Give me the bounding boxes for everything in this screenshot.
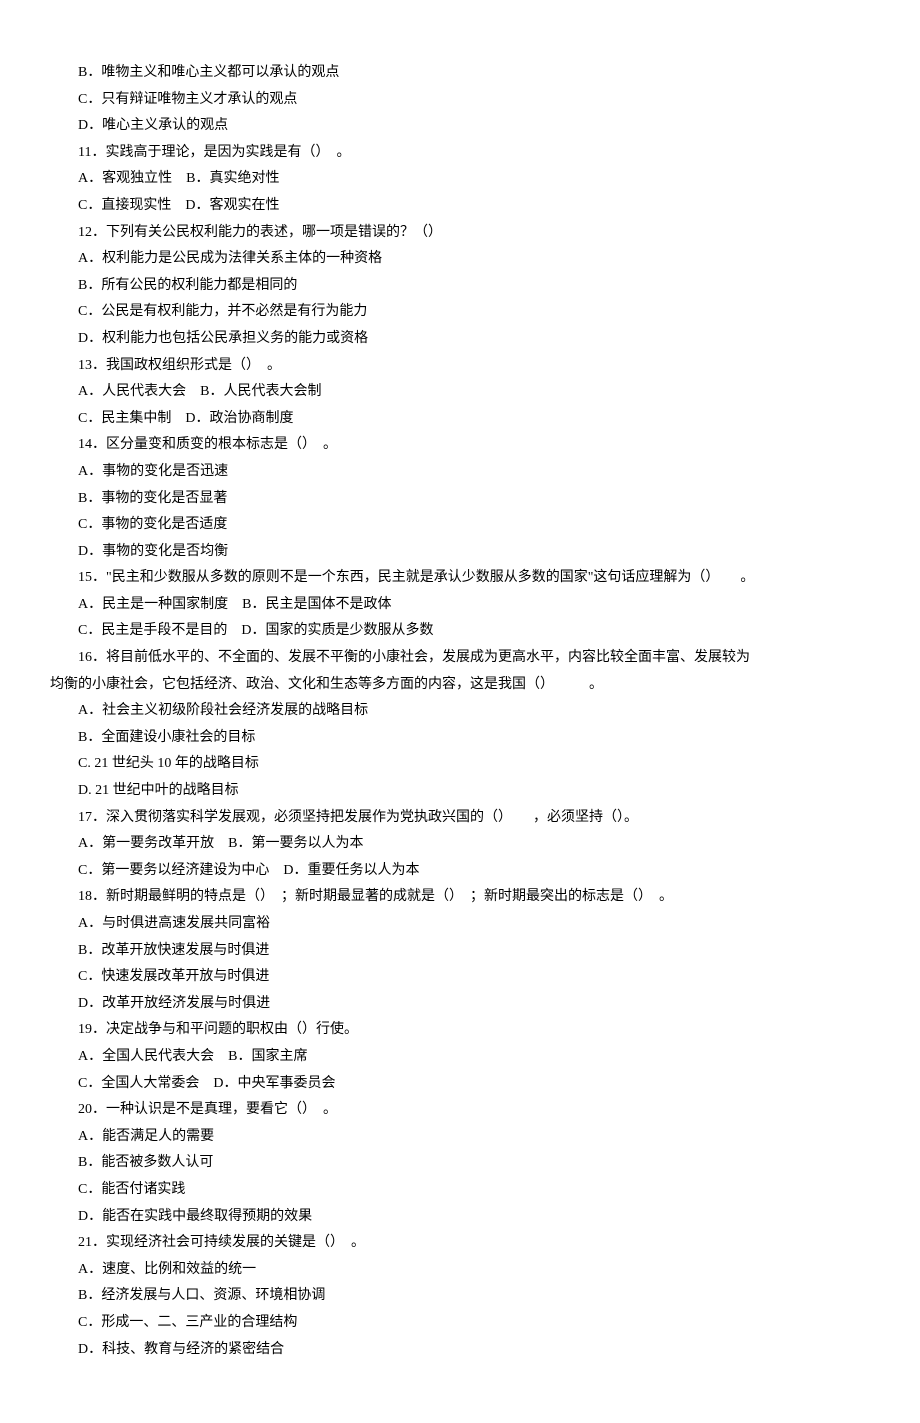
text-line: 16．将目前低水平的、不全面的、发展不平衡的小康社会，发展成为更高水平，内容比较… xyxy=(50,645,870,672)
text-line: A．客观独立性 B．真实绝对性 xyxy=(50,166,870,193)
text-line: C. 21 世纪头 10 年的战略目标 xyxy=(50,751,870,778)
text-line: 14．区分量变和质变的根本标志是（） 。 xyxy=(50,432,870,459)
text-line: A．民主是一种国家制度 B．民主是国体不是政体 xyxy=(50,592,870,619)
text-line: 11．实践高于理论，是因为实践是有（） 。 xyxy=(50,140,870,167)
text-line: 19．决定战争与和平问题的职权由（）行使。 xyxy=(50,1017,870,1044)
text-line: C．能否付诸实践 xyxy=(50,1177,870,1204)
text-line: C．第一要务以经济建设为中心 D．重要任务以人为本 xyxy=(50,858,870,885)
text-line: D．唯心主义承认的观点 xyxy=(50,113,870,140)
text-line: C．直接现实性 D．客观实在性 xyxy=(50,193,870,220)
text-line: 17．深入贯彻落实科学发展观，必须坚持把发展作为党执政兴国的（） ，必须坚持（）… xyxy=(50,805,870,832)
text-line: A．权利能力是公民成为法律关系主体的一种资格 xyxy=(50,246,870,273)
text-line: B．全面建设小康社会的目标 xyxy=(50,725,870,752)
text-line: D. 21 世纪中叶的战略目标 xyxy=(50,778,870,805)
text-line: C．全国人大常委会 D．中央军事委员会 xyxy=(50,1071,870,1098)
text-line: A．全国人民代表大会 B．国家主席 xyxy=(50,1044,870,1071)
text-line: 15．"民主和少数服从多数的原则不是一个东西，民主就是承认少数服从多数的国家"这… xyxy=(50,565,870,592)
text-line: B．改革开放快速发展与时俱进 xyxy=(50,938,870,965)
text-line: A．社会主义初级阶段社会经济发展的战略目标 xyxy=(50,698,870,725)
text-line: C．民主集中制 D．政治协商制度 xyxy=(50,406,870,433)
text-line: A．第一要务改革开放 B．第一要务以人为本 xyxy=(50,831,870,858)
text-line: 20．一种认识是不是真理，要看它（） 。 xyxy=(50,1097,870,1124)
text-line: D．权利能力也包括公民承担义务的能力或资格 xyxy=(50,326,870,353)
text-line: B．所有公民的权利能力都是相同的 xyxy=(50,273,870,300)
text-line: A．与时俱进高速发展共同富裕 xyxy=(50,911,870,938)
text-line: 13．我国政权组织形式是（） 。 xyxy=(50,353,870,380)
text-line: A．能否满足人的需要 xyxy=(50,1124,870,1151)
text-line: 18．新时期最鲜明的特点是（） ；新时期最显著的成就是（） ；新时期最突出的标志… xyxy=(50,884,870,911)
text-line: 12．下列有关公民权利能力的表述，哪一项是错误的？（） xyxy=(50,220,870,247)
text-line: B．唯物主义和唯心主义都可以承认的观点 xyxy=(50,60,870,87)
text-line: C．公民是有权利能力，并不必然是有行为能力 xyxy=(50,299,870,326)
text-line: A．人民代表大会 B．人民代表大会制 xyxy=(50,379,870,406)
text-line: B．能否被多数人认可 xyxy=(50,1150,870,1177)
text-line: B．事物的变化是否显著 xyxy=(50,486,870,513)
text-line: D．科技、教育与经济的紧密结合 xyxy=(50,1337,870,1364)
text-line: B．经济发展与人口、资源、环境相协调 xyxy=(50,1283,870,1310)
text-line: D．事物的变化是否均衡 xyxy=(50,539,870,566)
text-line: C．形成一、二、三产业的合理结构 xyxy=(50,1310,870,1337)
text-line: D．能否在实践中最终取得预期的效果 xyxy=(50,1204,870,1231)
text-line: C．快速发展改革开放与时俱进 xyxy=(50,964,870,991)
text-line: 均衡的小康社会，它包括经济、政治、文化和生态等多方面的内容，这是我国（） 。 xyxy=(50,672,870,699)
text-line: D．改革开放经济发展与时俱进 xyxy=(50,991,870,1018)
text-line: A．速度、比例和效益的统一 xyxy=(50,1257,870,1284)
text-line: C．民主是手段不是目的 D．国家的实质是少数服从多数 xyxy=(50,618,870,645)
text-line: C．事物的变化是否适度 xyxy=(50,512,870,539)
text-line: 21．实现经济社会可持续发展的关键是（） 。 xyxy=(50,1230,870,1257)
text-line: C．只有辩证唯物主义才承认的观点 xyxy=(50,87,870,114)
text-line: A．事物的变化是否迅速 xyxy=(50,459,870,486)
